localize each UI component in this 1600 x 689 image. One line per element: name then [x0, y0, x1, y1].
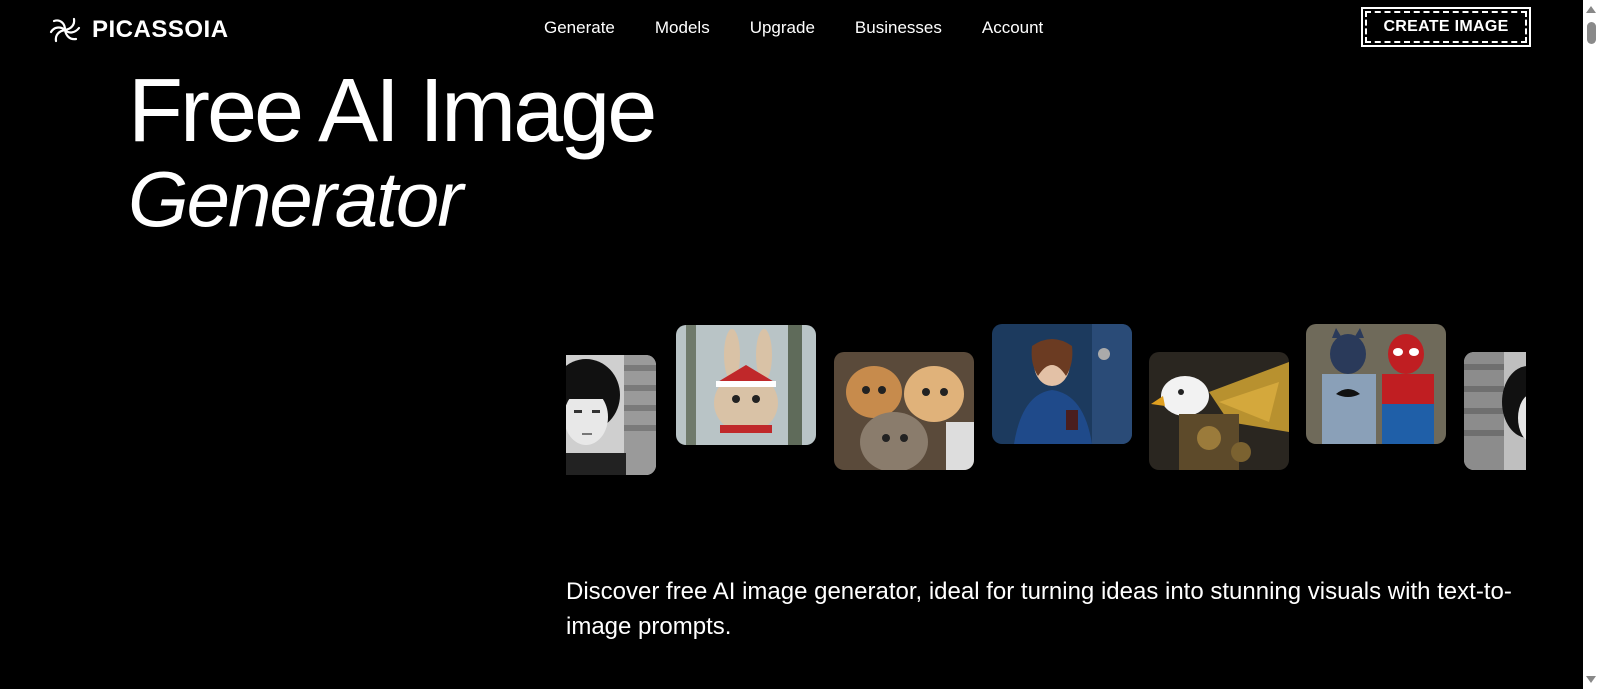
nav-account[interactable]: Account — [982, 18, 1043, 38]
brand-logo[interactable]: PICASSOIA — [48, 12, 229, 48]
hero-title: Free AI Image Generator — [128, 61, 657, 243]
hero-title-line1: Free AI Image — [128, 61, 657, 161]
hero-description: Discover free AI image generator, ideal … — [566, 578, 1512, 640]
page: PICASSOIA Generate Models Upgrade Busine… — [0, 0, 1583, 689]
image-carousel[interactable] — [566, 320, 1526, 490]
scroll-down-arrow-icon[interactable] — [1586, 676, 1596, 683]
nav-upgrade[interactable]: Upgrade — [750, 18, 815, 38]
nav-generate[interactable]: Generate — [544, 18, 615, 38]
swirl-icon — [49, 17, 81, 43]
create-image-button[interactable]: CREATE IMAGE — [1361, 7, 1531, 47]
hero-title-line2: Generator — [128, 155, 463, 243]
carousel-image-mechanical-eagle[interactable] — [1149, 352, 1289, 470]
carousel-image-cats[interactable] — [834, 352, 974, 470]
carousel-image-portrait-girl[interactable] — [566, 355, 656, 475]
carousel-image-woman-blue-dress[interactable] — [992, 324, 1132, 444]
brand-name: PICASSOIA — [92, 16, 229, 43]
carousel-image-portrait-girl-2[interactable] — [1464, 352, 1526, 470]
scroll-up-arrow-icon[interactable] — [1586, 6, 1596, 13]
carousel-image-batman-spiderman[interactable] — [1306, 324, 1446, 444]
main-nav: Generate Models Upgrade Businesses Accou… — [544, 18, 1043, 38]
scrollbar-thumb[interactable] — [1587, 22, 1596, 44]
page-scrollbar[interactable] — [1583, 0, 1600, 689]
nav-businesses[interactable]: Businesses — [855, 18, 942, 38]
carousel-image-rabbit[interactable] — [676, 325, 816, 445]
nav-models[interactable]: Models — [655, 18, 710, 38]
